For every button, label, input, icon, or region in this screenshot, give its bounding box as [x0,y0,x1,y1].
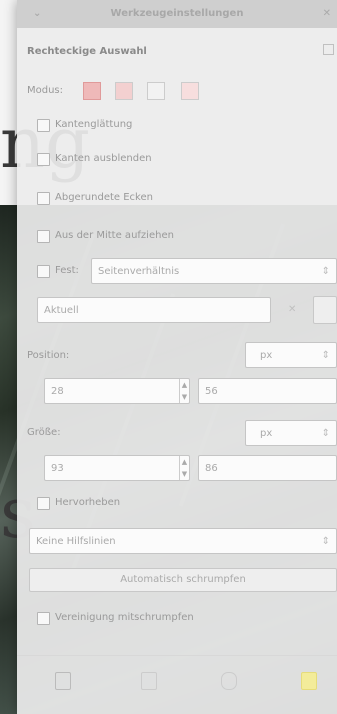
fixed-options-button[interactable] [313,296,337,324]
restore-options-icon[interactable] [141,672,157,690]
feather-checkbox[interactable] [37,153,50,166]
position-y-input[interactable]: 56 [198,378,337,404]
spin-arrows-icon[interactable]: ▲ ▼ [179,379,189,403]
fixed-value-input[interactable]: Aktuell [37,297,271,323]
size-unit-select[interactable]: px ⇕ [245,420,337,446]
select-arrows-icon: ⇕ [321,350,330,361]
position-x-value: 28 [51,386,64,397]
shrink-merged-label: Vereinigung mitschrumpfen [55,612,194,623]
mode-subtract-icon[interactable] [147,82,165,100]
auto-shrink-button[interactable]: Automatisch schrumpfen [29,568,337,592]
position-unit-value: px [260,350,273,361]
section-title: Rechteckige Auswahl [27,46,147,57]
size-h-value: 86 [205,463,218,474]
mode-intersect-icon[interactable] [181,82,199,100]
mode-replace-icon[interactable] [83,82,101,100]
select-arrows-icon: ⇕ [321,266,330,277]
fixed-select[interactable]: Seitenverhältnis ⇕ [91,258,337,284]
rounded-corners-checkbox[interactable] [37,192,50,205]
reset-icon[interactable] [323,44,334,55]
expand-center-label: Aus der Mitte aufziehen [55,230,174,241]
position-x-input[interactable]: 28 ▲ ▼ [44,378,190,404]
guides-select[interactable]: Keine Hilfslinien ⇕ [29,528,337,554]
expand-center-checkbox[interactable] [37,230,50,243]
reset-options-icon[interactable] [301,672,317,690]
feather-label: Kanten ausblenden [55,153,152,164]
highlight-checkbox[interactable] [37,497,50,510]
position-unit-select[interactable]: px ⇕ [245,342,337,368]
select-arrows-icon: ⇕ [321,536,330,547]
size-label: Größe: [27,427,61,438]
guides-select-value: Keine Hilfslinien [36,536,116,547]
size-h-input[interactable]: 86 [198,455,337,481]
dialog-titlebar: ⌄ Werkzeugeinstellungen ✕ [17,0,337,28]
mode-add-icon[interactable] [115,82,133,100]
size-w-value: 93 [51,463,64,474]
size-unit-value: px [260,428,273,439]
position-label: Position: [27,350,70,361]
dialog-title: Werkzeugeinstellungen [110,8,244,19]
antialiasing-label: Kantenglättung [55,119,133,130]
close-icon[interactable]: ✕ [323,0,331,28]
spin-arrows-icon[interactable]: ▲ ▼ [179,456,189,480]
position-y-value: 56 [205,386,218,397]
fixed-select-value: Seitenverhältnis [98,266,180,277]
chevron-down-icon[interactable]: ⌄ [33,0,41,28]
size-w-input[interactable]: 93 ▲ ▼ [44,455,190,481]
divider [17,655,337,656]
highlight-label: Hervorheben [55,497,121,508]
fixed-checkbox[interactable] [37,265,50,278]
fixed-label: Fest: [55,265,79,276]
antialiasing-checkbox[interactable] [37,119,50,132]
clear-icon[interactable]: ✕ [288,304,296,315]
mode-label: Modus: [27,85,64,96]
delete-options-icon[interactable] [221,672,237,690]
save-options-icon[interactable] [55,672,71,690]
shrink-merged-checkbox[interactable] [37,612,50,625]
tool-options-dialog: ⌄ Werkzeugeinstellungen ✕ Rechteckige Au… [17,0,337,714]
rounded-corners-label: Abgerundete Ecken [55,192,153,203]
select-arrows-icon: ⇕ [321,428,330,439]
